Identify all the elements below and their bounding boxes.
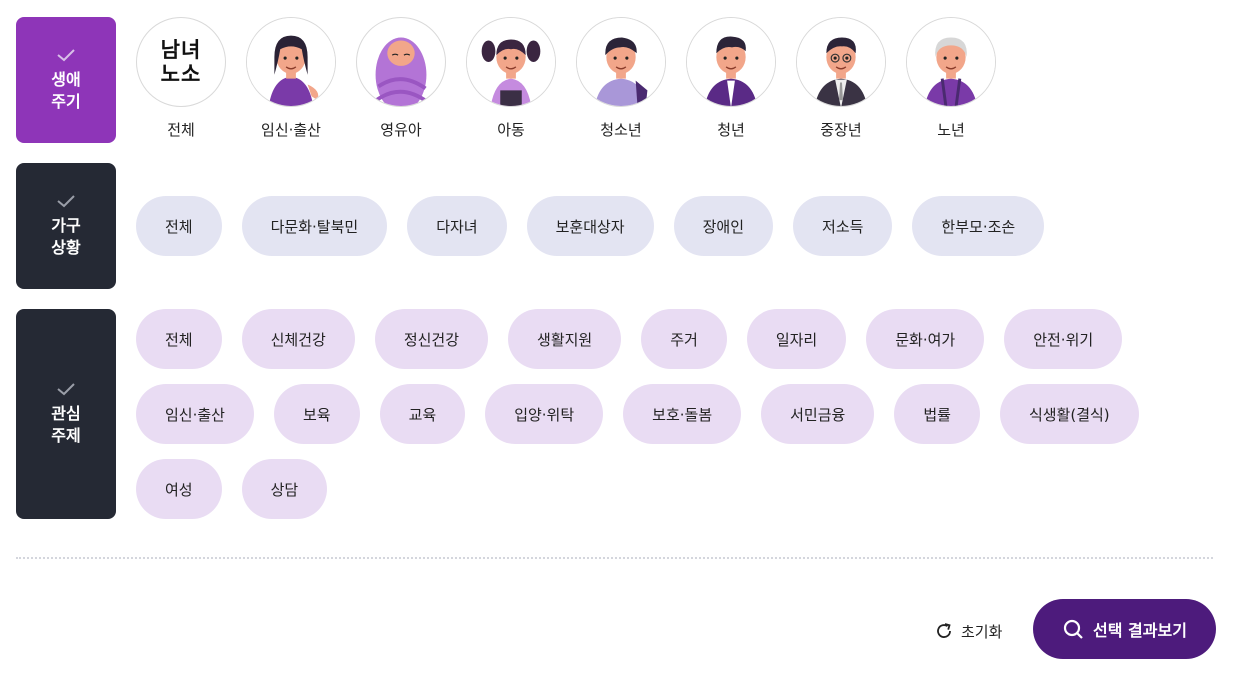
reset-button[interactable]: 초기화 [934,619,1002,643]
interest-chip[interactable]: 전체 [136,309,222,369]
check-icon [57,195,75,208]
interest-chip-list: 전체 신체건강 정신건강 생활지원 주거 일자리 문화·여가 안전·위기임신·출산 보육 교육 입양… [136,309,1216,519]
dotted-divider [16,557,1213,559]
life-cycle-item-label: 아동 [497,121,525,139]
interest-chip[interactable]: 교육 [379,384,466,444]
life-cycle-item[interactable]: 임신·출산 [246,17,356,143]
interest-chip[interactable]: 신체건강 [241,309,355,369]
gender-all-text-line: 노소 [160,62,202,86]
interest-chip[interactable]: 법률 [894,384,980,444]
life-cycle-item-label: 중장년 [820,121,862,139]
life-cycle-item-label: 영유아 [380,121,422,139]
life-cycle-item-label: 청년 [717,121,745,139]
life-cycle-avatar-list: 남녀 노소 전체 임신·출산 영유아 아동 청소년 청년 중장년 노년 [136,17,1016,143]
view-results-button[interactable]: 선택 결과보기 [1033,599,1216,659]
search-icon [1063,619,1083,639]
pregnant-woman-avatar [246,17,336,107]
interest-label-line2: 주제 [51,426,81,445]
life-cycle-item[interactable]: 중장년 [796,17,906,143]
interest-chip[interactable]: 여성 [136,459,222,519]
life-cycle-section: 생애 주기 남녀 노소 전체 임신·출산 영유아 아동 청소년 청년 중장년 노… [16,17,1016,143]
household-chip[interactable]: 전체 [136,196,222,256]
interest-chip[interactable]: 문화·여가 [866,309,985,369]
check-icon [57,49,75,62]
life-cycle-item-label: 청소년 [600,121,642,139]
refresh-icon [937,623,951,638]
interest-chip[interactable]: 안전·위기 [1004,309,1123,369]
life-cycle-item[interactable]: 남녀 노소전체 [136,17,246,143]
interest-chip[interactable]: 일자리 [746,309,847,369]
gender-all-text: 남녀 노소 [161,38,202,86]
life-cycle-item-label: 전체 [167,121,195,139]
view-results-button-label: 선택 결과보기 [1093,621,1187,640]
teen-avatar [576,17,666,107]
interest-chip[interactable]: 생활지원 [508,309,622,369]
interest-chip[interactable]: 보호·돌봄 [623,384,742,444]
interest-chip[interactable]: 임신·출산 [136,384,254,444]
household-label-line1: 가구 [51,216,81,235]
household-label-box: 가구 상황 [16,163,116,289]
household-label-line2: 상황 [51,238,81,257]
life-cycle-item-label: 노년 [937,121,965,139]
reset-button-label: 초기화 [961,622,1003,641]
middle-aged-avatar [796,17,886,107]
interest-chip[interactable]: 서민금융 [761,384,875,444]
household-chip[interactable]: 다문화·탈북민 [241,196,388,256]
life-cycle-label-box: 생애 주기 [16,17,116,143]
interest-chip[interactable]: 보육 [273,384,360,444]
household-chip[interactable]: 장애인 [673,196,774,256]
life-cycle-item-label: 임신·출산 [261,121,321,139]
interest-chip[interactable]: 입양·위탁 [485,384,604,444]
household-chip[interactable]: 저소득 [793,196,893,256]
interest-chip[interactable]: 상담 [241,459,328,519]
interest-chip[interactable]: 식생활(결식) [999,384,1139,444]
elderly-avatar [906,17,996,107]
life-cycle-item[interactable]: 아동 [466,17,576,143]
baby-avatar [356,17,446,107]
interest-label-line1: 관심 [51,404,81,423]
gender-all-icon: 남녀 노소 [136,17,226,107]
life-cycle-label-line1: 생애 [51,70,81,89]
interest-chip[interactable]: 정신건강 [374,309,489,369]
interest-chip[interactable]: 주거 [641,309,727,369]
household-chip[interactable]: 한부모·조손 [912,196,1045,256]
interest-label-box: 관심 주제 [16,309,116,519]
child-avatar [466,17,556,107]
household-section: 가구 상황 전체 다문화·탈북민 다자녀 보훈대상자 장애인 저소득 한부모·조손 [16,163,1045,289]
check-icon [57,383,75,396]
young-adult-avatar [686,17,776,107]
interest-section: 관심 주제 전체 신체건강 정신건강 생활지원 주거 일자리 문화·여가 안전·위기임신·출산… [16,309,1216,519]
household-chip-list: 전체 다문화·탈북민 다자녀 보훈대상자 장애인 저소득 한부모·조손 [136,163,1045,289]
life-cycle-item[interactable]: 청소년 [576,17,686,143]
life-cycle-item[interactable]: 노년 [906,17,1016,143]
life-cycle-label-line2: 주기 [51,92,81,111]
household-chip[interactable]: 다자녀 [407,196,507,256]
household-chip[interactable]: 보훈대상자 [526,196,654,256]
life-cycle-item[interactable]: 청년 [686,17,796,143]
life-cycle-item[interactable]: 영유아 [356,17,466,143]
gender-all-text-line: 남녀 [160,38,202,62]
